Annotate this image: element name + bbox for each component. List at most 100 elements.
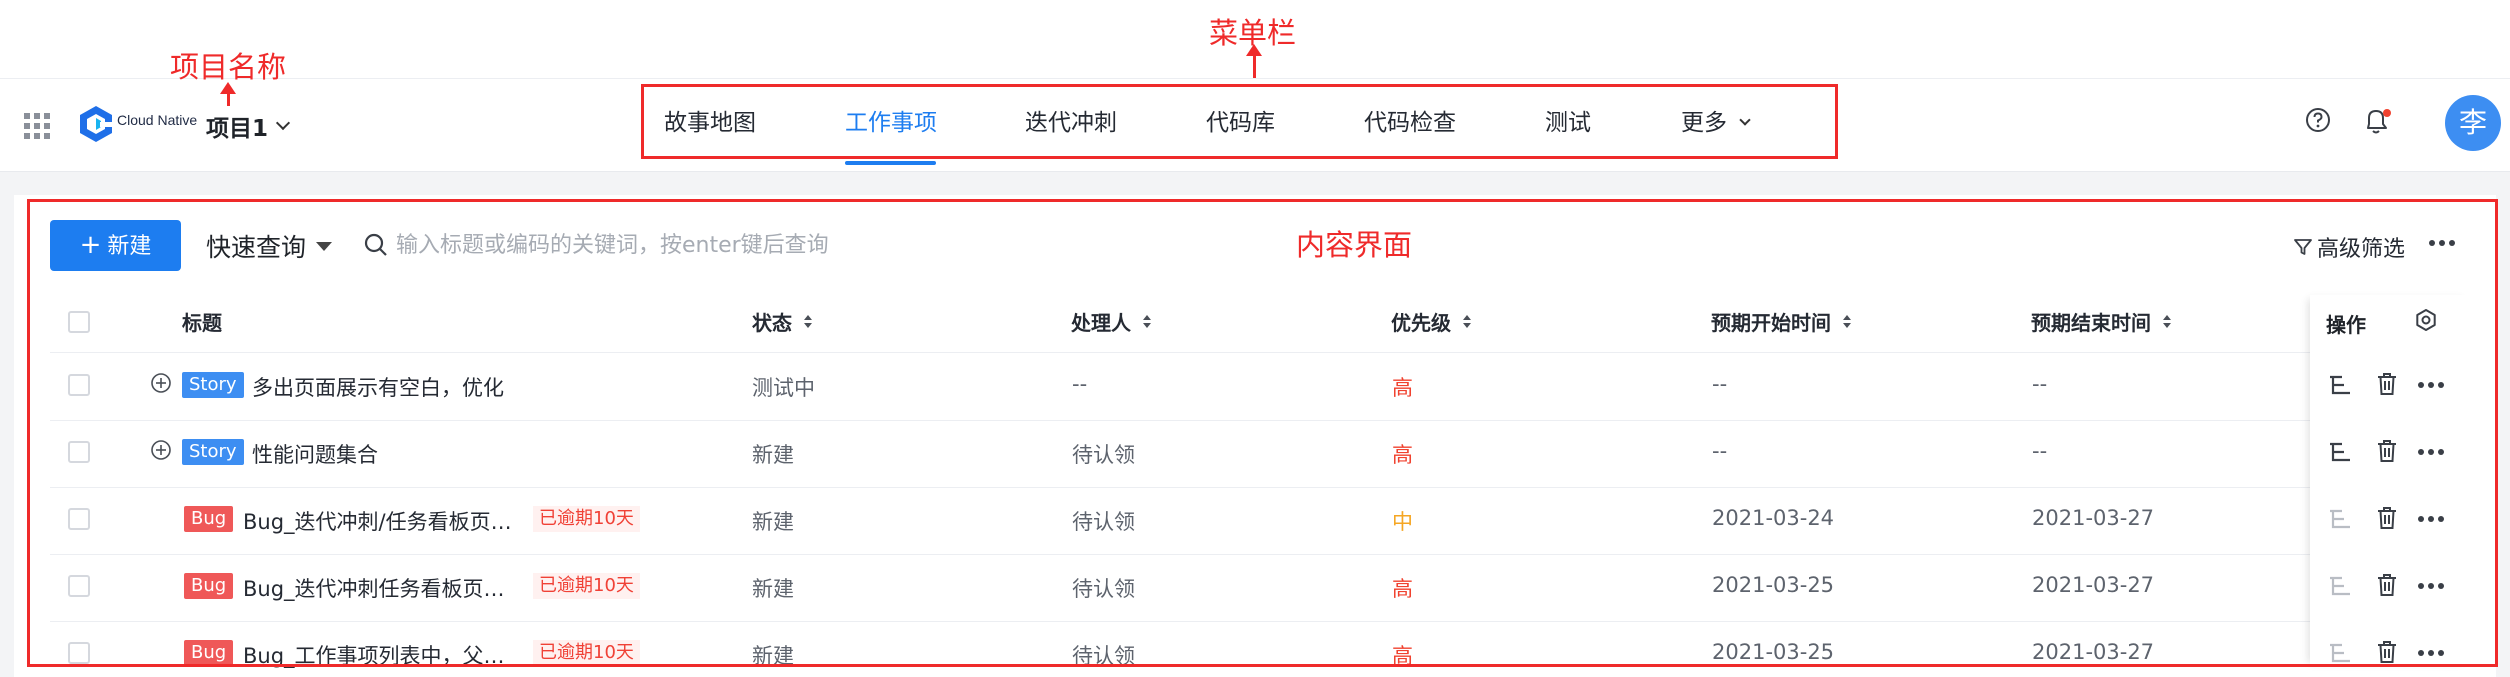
- column-start-label: 预期开始时间: [1711, 311, 1831, 335]
- subtask-tree-icon[interactable]: [2328, 441, 2352, 463]
- subtask-tree-icon: [2330, 643, 2350, 663]
- bell-icon[interactable]: [2362, 106, 2392, 136]
- type-tag: Bug: [184, 506, 234, 532]
- menu-bar-highlight: [641, 84, 1838, 159]
- quick-query-label: 快速查询: [206, 233, 307, 262]
- row-start-time: --: [1712, 372, 1728, 396]
- row-start-time: --: [1712, 439, 1728, 463]
- row-end-time: --: [2032, 372, 2048, 396]
- expand-icon[interactable]: [150, 439, 172, 461]
- new-button-label: 新建: [107, 234, 152, 259]
- avatar[interactable]: 李: [2445, 95, 2501, 151]
- row-title[interactable]: Bug_工作事项列表中，父…: [243, 640, 505, 670]
- expand-icon[interactable]: [150, 372, 172, 394]
- new-item-button[interactable]: + 新建: [50, 220, 181, 271]
- cloud-native-logo: [80, 106, 112, 142]
- row-status: 测试中: [752, 376, 815, 400]
- quick-query-dropdown[interactable]: 快速查询: [206, 228, 333, 264]
- sort-icon[interactable]: [804, 315, 812, 328]
- row-priority: 高: [1392, 644, 1413, 668]
- row-checkbox[interactable]: [68, 575, 90, 597]
- trash-icon[interactable]: [2375, 438, 2399, 464]
- row-status: 新建: [752, 644, 794, 668]
- row-more-icon[interactable]: [2418, 650, 2444, 656]
- overdue-badge: 已逾期10天: [533, 506, 640, 532]
- apps-grid-icon[interactable]: [24, 113, 50, 139]
- row-checkbox[interactable]: [68, 374, 90, 396]
- overdue-badge: 已逾期10天: [533, 573, 640, 599]
- trash-icon[interactable]: [2375, 371, 2399, 397]
- row-end-time: --: [2032, 439, 2048, 463]
- row-status: 新建: [752, 510, 794, 534]
- type-tag: Story: [182, 372, 244, 398]
- row-priority: 中: [1392, 510, 1413, 534]
- row-divider: [50, 554, 2470, 555]
- column-header-start-time[interactable]: 预期开始时间: [1711, 307, 1851, 336]
- advanced-filter-label: 高级筛选: [2317, 237, 2406, 262]
- row-more-icon[interactable]: [2418, 516, 2444, 522]
- sort-icon[interactable]: [1843, 315, 1851, 328]
- column-header-end-time[interactable]: 预期结束时间: [2031, 307, 2171, 336]
- row-checkbox[interactable]: [68, 441, 90, 463]
- sort-icon[interactable]: [1143, 315, 1151, 328]
- row-assignee: --: [1072, 372, 1088, 396]
- search-icon: [364, 233, 387, 256]
- row-more-icon[interactable]: [2418, 449, 2444, 455]
- advanced-filter-button[interactable]: 高级筛选: [2293, 231, 2405, 263]
- row-start-time: 2021-03-25: [1712, 640, 1835, 664]
- chevron-down-icon: [275, 115, 291, 131]
- row-end-time: 2021-03-27: [2032, 506, 2155, 530]
- row-priority: 高: [1392, 376, 1413, 400]
- trash-icon[interactable]: [2375, 639, 2399, 665]
- trash-icon[interactable]: [2375, 572, 2399, 598]
- content-area-annotation: 内容界面: [1296, 228, 1413, 262]
- column-title-label: 标题: [182, 311, 222, 335]
- row-priority: 高: [1392, 443, 1413, 467]
- row-checkbox[interactable]: [68, 508, 90, 530]
- trash-icon[interactable]: [2375, 505, 2399, 531]
- subtask-tree-icon: [2330, 576, 2350, 596]
- row-divider: [50, 487, 2470, 488]
- operations-column: [2310, 295, 2472, 667]
- overdue-badge: 已逾期10天: [533, 640, 640, 666]
- subtask-tree-icon[interactable]: [2328, 374, 2352, 396]
- caret-down-icon: [316, 241, 333, 251]
- column-header-priority[interactable]: 优先级: [1391, 307, 1471, 336]
- column-header-title: 标题: [182, 307, 222, 336]
- row-assignee: 待认领: [1072, 510, 1135, 534]
- sort-icon[interactable]: [2163, 315, 2171, 328]
- project-name-annotation: 项目名称: [170, 50, 287, 84]
- row-title[interactable]: 性能问题集合: [252, 439, 378, 469]
- row-divider: [50, 621, 2470, 622]
- header-divider: [50, 352, 2470, 353]
- more-options-icon[interactable]: [2429, 240, 2455, 246]
- column-header-assignee[interactable]: 处理人: [1071, 307, 1151, 336]
- type-tag: Bug: [184, 640, 234, 666]
- project-selector[interactable]: 项目1: [206, 109, 291, 143]
- column-priority-label: 优先级: [1391, 311, 1451, 335]
- project-name: 项目1: [206, 116, 269, 142]
- row-assignee: 待认领: [1072, 644, 1135, 668]
- row-title[interactable]: Bug_迭代冲刺/任务看板页…: [243, 506, 512, 536]
- gear-icon[interactable]: [2413, 307, 2439, 333]
- row-title[interactable]: Bug_迭代冲刺任务看板页…: [243, 573, 505, 603]
- column-header-status[interactable]: 状态: [752, 307, 812, 336]
- row-status: 新建: [752, 577, 794, 601]
- type-tag: Bug: [184, 573, 234, 599]
- row-more-icon[interactable]: [2418, 583, 2444, 589]
- filter-icon: [2294, 239, 2312, 255]
- type-tag: Story: [182, 439, 244, 465]
- subtask-tree-icon: [2330, 509, 2350, 529]
- row-checkbox[interactable]: [68, 642, 90, 664]
- row-status: 新建: [752, 443, 794, 467]
- plus-icon: +: [79, 230, 102, 260]
- search-input[interactable]: [396, 229, 1096, 261]
- row-divider: [50, 420, 2470, 421]
- row-start-time: 2021-03-25: [1712, 573, 1835, 597]
- help-icon[interactable]: [2305, 107, 2331, 133]
- row-more-icon[interactable]: [2418, 382, 2444, 388]
- sort-icon[interactable]: [1463, 315, 1471, 328]
- row-start-time: 2021-03-24: [1712, 506, 1835, 530]
- row-title[interactable]: 多出页面展示有空白，优化: [252, 372, 504, 402]
- select-all-checkbox[interactable]: [68, 311, 90, 333]
